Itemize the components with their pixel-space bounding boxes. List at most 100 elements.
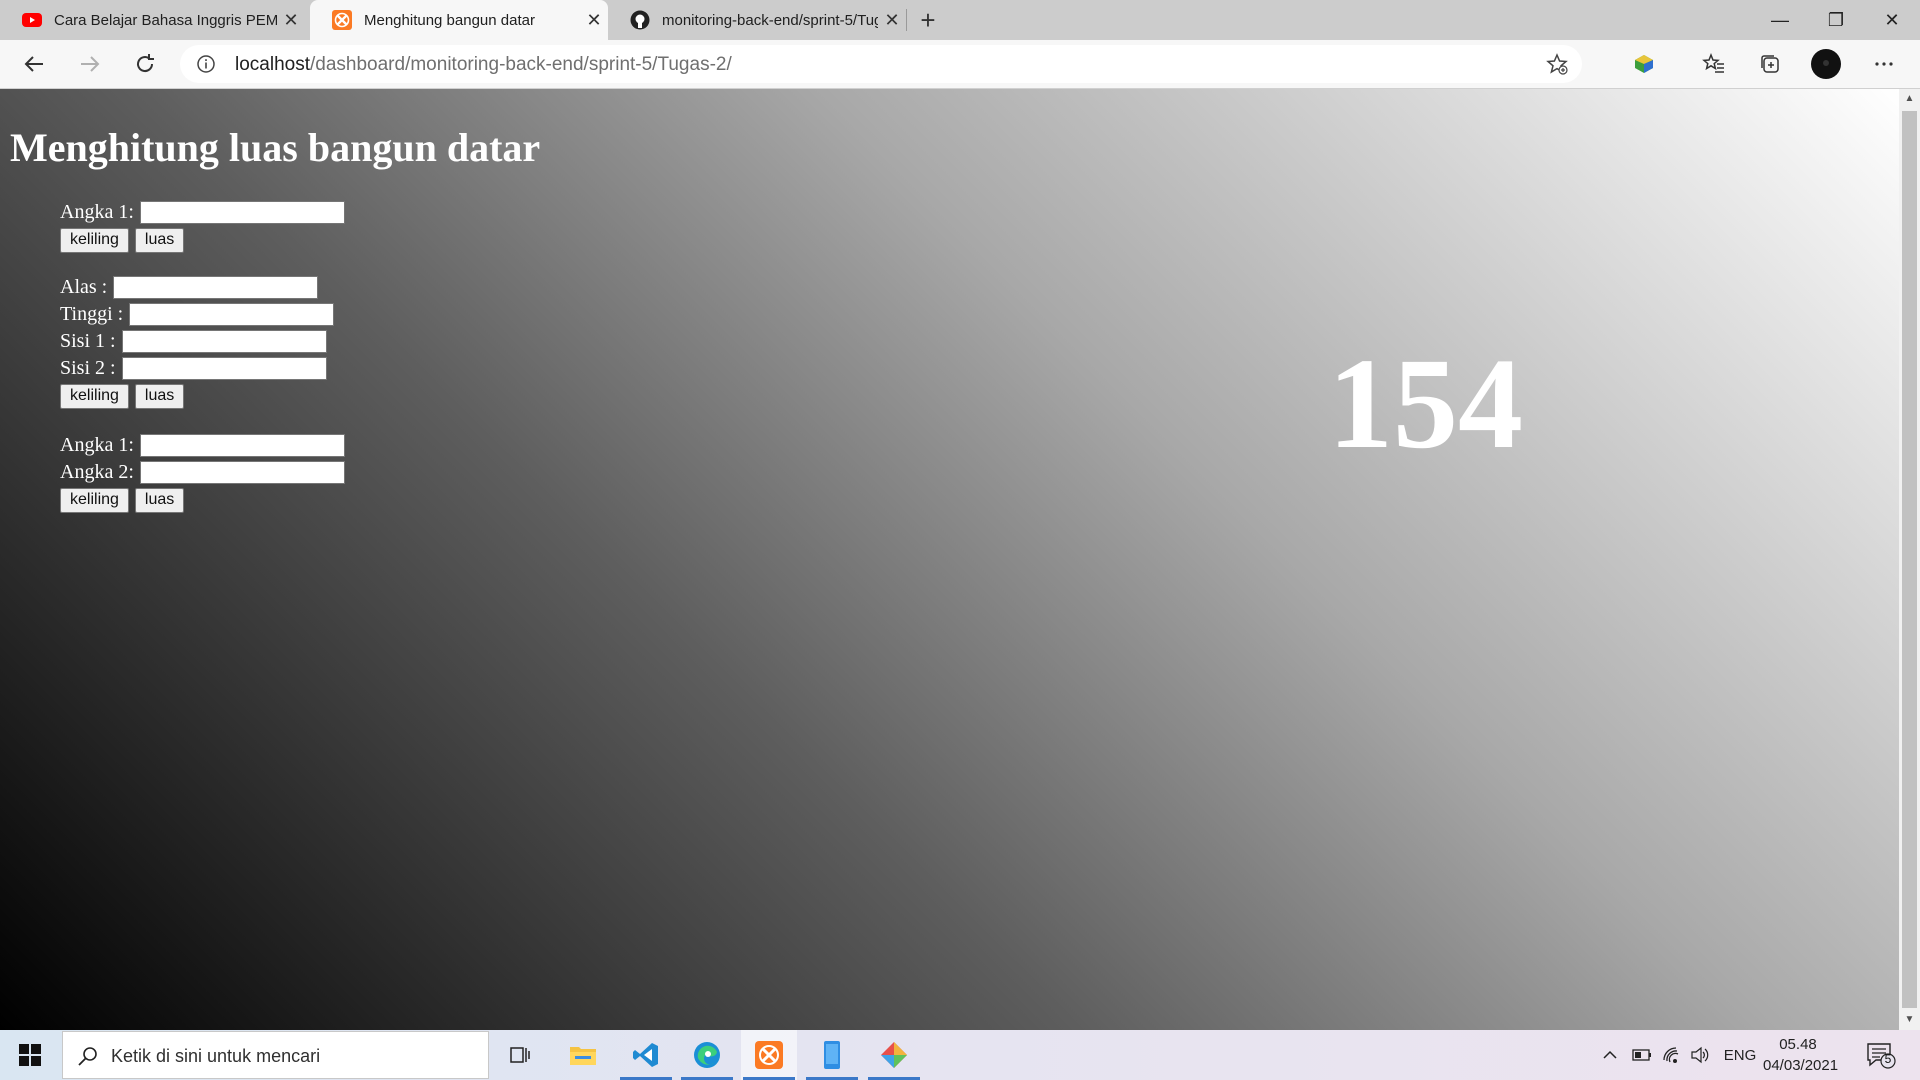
extension-icon [1635,55,1653,73]
tinggi-label: Tinggi : [60,303,124,325]
tab-github[interactable]: monitoring-back-end/sprint-5/Tugas-2 ✕ [608,0,906,40]
notification-center-button[interactable]: 5 [1864,1040,1898,1070]
folder-icon [570,1047,596,1065]
sisi1-input[interactable] [121,330,327,353]
github-icon [630,10,650,30]
search-placeholder: Ketik di sini untuk mencari [111,1046,321,1066]
tab-youtube[interactable]: Cara Belajar Bahasa Inggris PEMULA ✕ [0,0,305,40]
vscode-icon [633,1043,658,1067]
edge-button[interactable] [679,1030,735,1080]
favorites-icon [1702,52,1724,73]
close-tab-icon[interactable]: ✕ [277,10,305,31]
vertical-scrollbar[interactable]: ▲ ▼ [1899,89,1920,1030]
angka2-label: Angka 2: [60,461,134,483]
alas-input[interactable] [113,276,319,299]
keliling-button[interactable]: keliling [60,487,129,513]
language-indicator[interactable]: ENG [1720,1030,1760,1080]
tab-title: Menghitung bangun datar [364,11,535,29]
tab-title: monitoring-back-end/sprint-5/Tugas-2 [662,11,878,29]
sisi2-input[interactable] [121,357,327,380]
form-row: Angka 1: [60,199,345,226]
keliling-button[interactable]: keliling [60,383,129,409]
tab-separator [906,9,907,31]
close-window-button[interactable]: ✕ [1864,0,1920,40]
angka1-input[interactable] [139,201,345,224]
git-app-button[interactable] [866,1030,922,1080]
git-icon [881,1042,907,1068]
phone-icon [824,1041,840,1069]
tab-title: Cara Belajar Bahasa Inggris PEMULA [54,11,277,29]
xampp-button[interactable] [741,1030,797,1080]
luas-button[interactable]: luas [134,227,185,253]
search-icon [78,1047,97,1066]
form-row: Tinggi : [60,301,335,328]
close-tab-icon[interactable]: ✕ [580,10,608,31]
browser-toolbar: localhost/dashboard/monitoring-back-end/… [0,40,1920,89]
form-row: Alas : [60,274,334,301]
alas-label: Alas : [60,276,108,298]
windows-taskbar: Ketik di sini untuk mencari ENG 05.48 04… [0,1030,1920,1080]
refresh-button[interactable] [127,46,163,82]
phone-app-button[interactable] [804,1030,860,1080]
file-explorer-button[interactable] [555,1030,611,1080]
favorites-button[interactable] [1696,46,1732,82]
system-clock[interactable]: 05.48 04/03/2021 [1763,1034,1838,1076]
angka1-label: Angka 1: [60,434,134,456]
collections-button[interactable] [1752,46,1788,82]
volume-control[interactable] [1688,1030,1712,1080]
chevron-up-icon [1603,1050,1617,1059]
back-arrow-icon [24,56,43,72]
refresh-icon [137,54,154,73]
angka2-input[interactable] [139,461,345,484]
profile-button[interactable] [1808,46,1844,82]
form-circle: Angka 1: keliling luas [60,199,345,254]
info-icon[interactable] [196,54,216,74]
minimize-button[interactable]: — [1752,0,1808,40]
start-button[interactable] [10,1038,50,1072]
collections-icon [1761,55,1779,73]
url-host: localhost [235,54,310,75]
edge-icon [694,1042,720,1068]
new-tab-button[interactable]: + [912,4,944,36]
task-view-icon [510,1047,530,1063]
clock-time: 05.48 [1779,1036,1817,1053]
form-row: Angka 1: [60,432,345,459]
avatar-icon [1811,49,1841,79]
tinggi-input[interactable] [129,303,335,326]
page-viewport: Menghitung luas bangun datar Angka 1: ke… [0,89,1899,1030]
battery-status[interactable] [1630,1030,1654,1080]
scroll-up-icon[interactable]: ▲ [1899,89,1920,109]
restore-button[interactable]: ❐ [1808,0,1864,40]
task-view-button[interactable] [492,1030,548,1080]
add-favorite-icon[interactable] [1546,53,1568,75]
angka1-input[interactable] [139,434,345,457]
tab-menghitung[interactable]: Menghitung bangun datar ✕ [310,0,608,40]
form-rectangle: Angka 1: Angka 2: keliling luas [60,432,345,514]
close-tab-icon[interactable]: ✕ [878,10,906,31]
more-button[interactable] [1866,46,1902,82]
address-bar[interactable]: localhost/dashboard/monitoring-back-end/… [180,45,1582,83]
forward-button[interactable] [72,46,108,82]
scrollbar-thumb[interactable] [1902,111,1917,1008]
url-text[interactable]: localhost/dashboard/monitoring-back-end/… [235,54,732,76]
form-row: Sisi 1 : [60,328,334,355]
sisi2-label: Sisi 2 : [60,357,116,379]
taskbar-search[interactable]: Ketik di sini untuk mencari [62,1031,489,1079]
luas-button[interactable]: luas [134,487,185,513]
extension-button[interactable] [1626,46,1662,82]
result-value: 154 [1328,332,1523,476]
show-hidden-icons-button[interactable] [1598,1030,1622,1080]
battery-icon [1632,1049,1651,1061]
vscode-button[interactable] [618,1030,674,1080]
xampp-icon [332,10,352,30]
angka1-label: Angka 1: [60,201,134,223]
network-status[interactable] [1660,1030,1684,1080]
xampp-icon [755,1041,783,1069]
windows-icon [19,1044,41,1066]
scroll-down-icon[interactable]: ▼ [1899,1010,1920,1030]
tab-strip: Cara Belajar Bahasa Inggris PEMULA ✕ Men… [0,0,1920,40]
back-button[interactable] [16,46,52,82]
page-title: Menghitung luas bangun datar [10,125,541,170]
keliling-button[interactable]: keliling [60,227,129,253]
luas-button[interactable]: luas [134,383,185,409]
